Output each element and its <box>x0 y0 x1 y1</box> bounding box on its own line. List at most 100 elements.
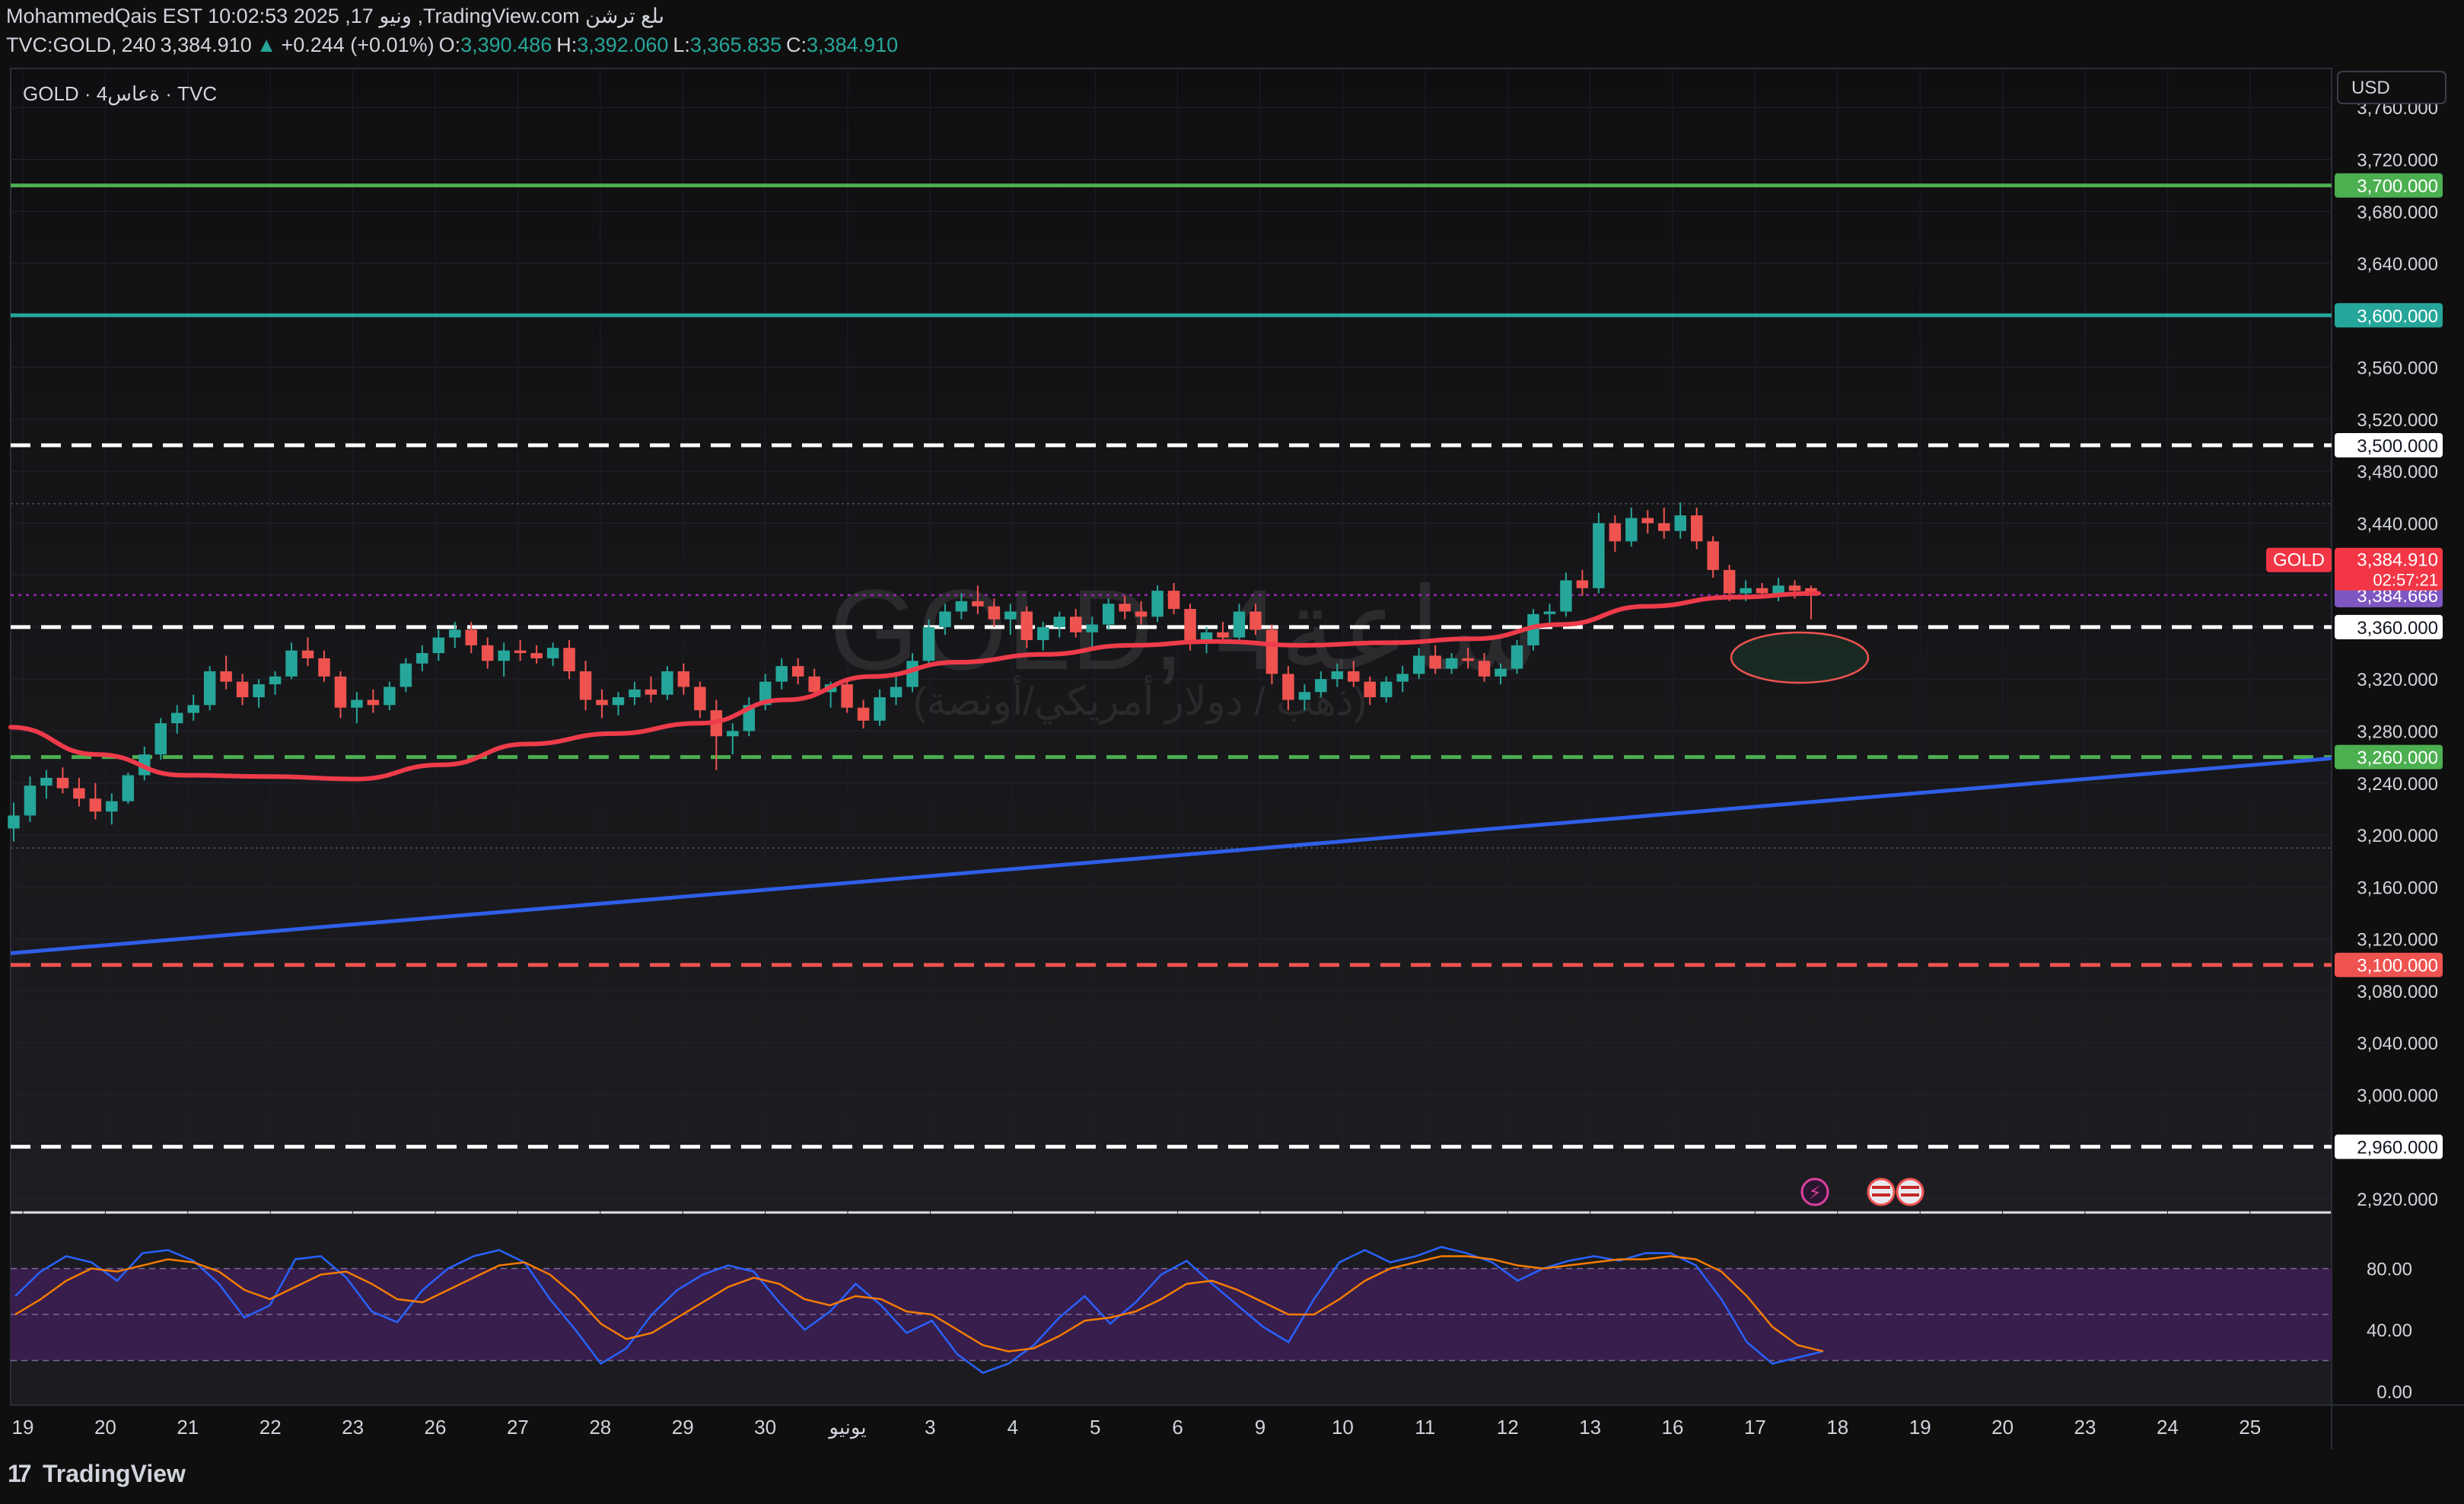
time-tick-label: 4 <box>1008 1416 1018 1439</box>
candle-body <box>318 658 330 677</box>
candle-body <box>1462 658 1474 661</box>
price-tick-label: 3,280.000 <box>2357 722 2438 742</box>
candle-body <box>1250 611 1262 630</box>
candle-body <box>432 637 445 654</box>
oscillator-tick-label: 0.00 <box>2376 1382 2412 1403</box>
time-tick-label: 29 <box>672 1416 694 1439</box>
candle-body <box>775 666 788 682</box>
last-price: 3,384.910 <box>160 33 252 56</box>
chart-header: MohammedQais EST 10:02:53 2025 ,17 ونيو … <box>0 0 2464 64</box>
candle-body <box>514 650 527 654</box>
candle-body <box>24 785 37 816</box>
candle-body <box>106 801 118 812</box>
time-tick-label: 17 <box>1744 1416 1766 1439</box>
symbol-name[interactable]: TVC:GOLD, <box>6 33 117 56</box>
candle-body <box>334 676 347 708</box>
time-tick-label: 19 <box>12 1416 34 1439</box>
candle-body <box>579 671 592 700</box>
tradingview-logo[interactable]: 17 TradingView <box>8 1460 186 1488</box>
candle-body <box>203 671 216 706</box>
oscillator-tick-label: 80.00 <box>2367 1260 2412 1280</box>
candle-body <box>857 707 870 721</box>
candle-body <box>1478 661 1491 677</box>
level-tag-label: 3,360.000 <box>2357 618 2438 639</box>
currency-button[interactable]: USD <box>2337 71 2446 104</box>
flag-stripe <box>1901 1193 1919 1197</box>
candle-body <box>1151 591 1164 617</box>
price-tick-label: 3,680.000 <box>2357 202 2438 223</box>
change-value: +0.244 (+0.01%) <box>281 33 435 56</box>
candle-body <box>1282 674 1294 700</box>
chart-area[interactable]: GOLD, 4ساعة (ذهب / دولار أمريكي/أونصة) G… <box>0 64 2464 1449</box>
interval-value[interactable]: 240 <box>122 33 156 56</box>
current-price-label: 3,384.910 <box>2357 550 2438 571</box>
price-tick-label: 3,520.000 <box>2357 410 2438 431</box>
candle-body <box>1511 645 1523 669</box>
candle-body <box>1102 604 1115 625</box>
candle-body <box>1020 611 1033 640</box>
candle-body <box>170 712 183 724</box>
candle-body <box>1069 617 1082 633</box>
candle-body <box>890 687 903 698</box>
tv-mark-icon: 17 <box>8 1460 32 1487</box>
us-flag-event-icon-2[interactable] <box>1896 1177 1924 1206</box>
lightning-icon: ⚡ <box>1809 1182 1822 1203</box>
candle-body <box>988 606 1001 620</box>
us-flag-event-icon[interactable] <box>1867 1177 1896 1206</box>
candle-body <box>612 697 625 706</box>
time-tick-label: 24 <box>2157 1416 2179 1439</box>
time-tick-label: 9 <box>1255 1416 1265 1439</box>
time-tick-label: 19 <box>1909 1416 1931 1439</box>
candle-body <box>1690 515 1703 542</box>
candle-body <box>1723 569 1736 594</box>
author-line: MohammedQais EST 10:02:53 2025 ,17 ونيو … <box>6 5 664 27</box>
highlight-ellipse[interactable] <box>1730 631 1870 684</box>
candle-body <box>596 699 608 706</box>
symbol-info-line: TVC:GOLD, 240 3,384.910 ▲ +0.244 (+0.01%) O:3… <box>6 33 903 57</box>
candle-body <box>1412 655 1425 674</box>
time-tick-label: 22 <box>259 1416 282 1439</box>
price-tick-label: 3,560.000 <box>2357 358 2438 379</box>
time-tick-label: 18 <box>1826 1416 1848 1439</box>
candle-body <box>1560 580 1572 612</box>
candle-body <box>449 629 461 638</box>
candle-body <box>1315 679 1327 693</box>
candle-body <box>1265 629 1278 674</box>
candle-body <box>351 699 363 708</box>
candle-body <box>187 705 199 713</box>
candle-body <box>1217 632 1229 638</box>
level-tag-label: 3,260.000 <box>2357 748 2438 769</box>
time-tick-label: 23 <box>2074 1416 2096 1439</box>
candle-body <box>465 629 477 645</box>
price-tick-label: 3,240.000 <box>2357 774 2438 795</box>
candle-body <box>629 689 641 698</box>
candle-body <box>1331 671 1344 680</box>
candle-body <box>122 775 135 801</box>
candle-body <box>73 788 85 799</box>
candle-body <box>1756 588 1768 594</box>
time-tick-label: 27 <box>507 1416 529 1439</box>
open-value: 3,390.486 <box>460 33 552 56</box>
candle-body <box>285 650 298 677</box>
currency-label: USD <box>2351 78 2390 98</box>
time-tick-label: 5 <box>1090 1416 1100 1439</box>
candle-body <box>236 681 249 698</box>
candle-body <box>1788 585 1801 591</box>
time-tick-label: 23 <box>342 1416 364 1439</box>
candle-body <box>694 687 706 711</box>
candle-body <box>416 653 428 664</box>
candle-body <box>1658 523 1670 531</box>
candle-body <box>1625 518 1638 542</box>
flag-stripe <box>1872 1186 1890 1189</box>
price-tick-label: 3,480.000 <box>2357 462 2438 483</box>
candle-body <box>1445 658 1458 669</box>
time-tick-label: 6 <box>1172 1416 1183 1439</box>
price-tick-label: 3,160.000 <box>2357 878 2438 898</box>
time-tick-label: 21 <box>177 1416 199 1439</box>
close-label: C: <box>786 33 807 56</box>
candle-body <box>1593 523 1605 588</box>
candle-body <box>384 687 396 706</box>
candle-body <box>1233 611 1246 638</box>
price-tick-label: 2,920.000 <box>2357 1190 2438 1210</box>
pane-title[interactable]: GOLD · 4ةعاس · TVC <box>23 82 217 106</box>
